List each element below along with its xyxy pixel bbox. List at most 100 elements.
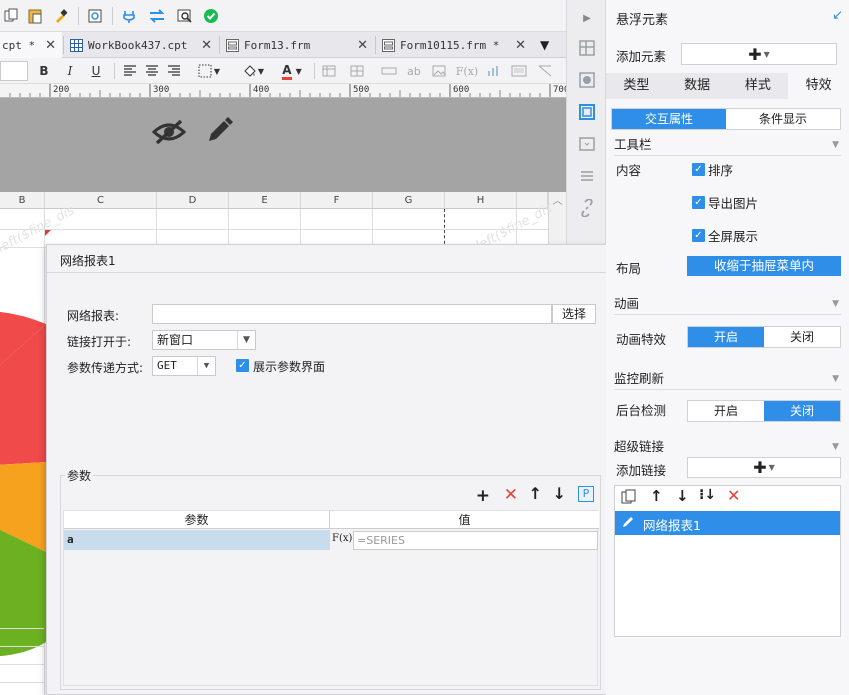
column-header[interactable]: E xyxy=(229,192,301,209)
report-label: 网络报表: xyxy=(67,309,120,323)
text-sample-icon[interactable]: ab xyxy=(404,62,424,80)
font-size-select[interactable] xyxy=(0,61,28,81)
select-button[interactable]: 选择 xyxy=(552,304,596,324)
slash-icon[interactable] xyxy=(536,62,554,80)
check-icon[interactable] xyxy=(202,7,220,25)
bold-button[interactable]: B xyxy=(36,62,52,80)
monitor-off-button[interactable]: 关闭 xyxy=(764,401,840,421)
column-header[interactable]: D xyxy=(157,192,229,209)
delete-param-icon[interactable]: ✕ xyxy=(504,485,518,505)
sort-checkbox[interactable]: ✓ xyxy=(692,163,705,176)
tab-type[interactable]: 类型 xyxy=(606,73,667,99)
chart-widget-icon[interactable] xyxy=(577,70,597,90)
sort-icon[interactable]: ⁝↓ xyxy=(699,487,716,503)
copy-icon[interactable] xyxy=(2,7,20,25)
link-icon[interactable] xyxy=(577,198,597,218)
subtab-conditional[interactable]: 条件显示 xyxy=(726,109,840,129)
method-select[interactable]: GET ▼ xyxy=(152,356,216,376)
pin-icon[interactable]: ↙ xyxy=(832,8,843,23)
delete-link-icon[interactable]: ✕ xyxy=(727,486,740,505)
align-left-icon[interactable] xyxy=(122,62,138,80)
align-center-icon[interactable] xyxy=(144,62,160,80)
section-title: 动画 xyxy=(614,296,640,311)
chart-icon[interactable] xyxy=(484,62,502,80)
hide-icon[interactable] xyxy=(151,118,187,149)
collapse-arrow-icon[interactable]: ▶ xyxy=(577,8,597,28)
param-value-input[interactable]: =SERIES xyxy=(353,531,598,550)
report-path-input[interactable] xyxy=(152,304,552,324)
preview-icon[interactable] xyxy=(86,7,104,25)
formula-icon[interactable]: F(x) xyxy=(332,530,352,550)
animation-section-header[interactable]: 动画 ▼ xyxy=(614,294,841,314)
edit-icon[interactable] xyxy=(204,116,234,149)
layout-icon[interactable] xyxy=(577,38,597,58)
italic-button[interactable]: I xyxy=(62,62,78,80)
swap-icon[interactable] xyxy=(148,7,166,25)
toolbar-section-header[interactable]: 工具栏 ▼ xyxy=(614,135,841,155)
copy-link-icon[interactable] xyxy=(621,489,637,508)
close-icon[interactable]: ✕ xyxy=(357,38,368,53)
param-pick-icon[interactable]: P xyxy=(578,486,594,502)
column-header[interactable]: B xyxy=(0,192,45,209)
tab-effects[interactable]: 特效 xyxy=(788,73,849,99)
tab-form13[interactable]: Form13.frm ✕ xyxy=(220,32,374,58)
animation-on-button[interactable]: 开启 xyxy=(688,327,764,347)
move-up-icon[interactable]: ↑ xyxy=(650,487,663,505)
monitor-section-header[interactable]: 监控刷新 ▼ xyxy=(614,369,841,389)
plug-icon[interactable] xyxy=(120,7,138,25)
image-icon[interactable] xyxy=(430,62,448,80)
column-header[interactable]: G xyxy=(373,192,445,209)
add-param-icon[interactable]: + xyxy=(476,486,490,506)
frame-widget-icon[interactable] xyxy=(577,102,597,122)
subtab-interaction[interactable]: 交互属性 xyxy=(612,109,726,129)
animation-off-button[interactable]: 关闭 xyxy=(764,327,840,347)
tab-data[interactable]: 数据 xyxy=(667,73,728,99)
layout-drawer-button[interactable]: 收缩于抽屉菜单内 xyxy=(687,256,841,276)
list-widget-icon[interactable] xyxy=(577,166,597,186)
move-down-icon[interactable]: ↓ xyxy=(676,487,689,505)
table-icon[interactable] xyxy=(320,62,338,80)
scroll-up-icon[interactable]: ︿ xyxy=(548,192,566,244)
align-right-icon[interactable] xyxy=(166,62,182,80)
column-header[interactable]: F xyxy=(301,192,373,209)
add-link-button[interactable]: ✚ ▼ xyxy=(687,457,841,478)
picture-frame-icon[interactable] xyxy=(510,62,528,80)
monitor-on-button[interactable]: 开启 xyxy=(688,401,764,421)
grid-icon[interactable] xyxy=(348,62,366,80)
inspect-icon[interactable] xyxy=(176,7,194,25)
merge-icon[interactable] xyxy=(380,62,398,80)
param-name-cell[interactable]: a xyxy=(64,530,330,550)
chevron-down-icon: ▼ xyxy=(768,463,775,472)
underline-button[interactable]: U xyxy=(88,62,104,80)
export-image-checkbox[interactable]: ✓ xyxy=(692,196,705,209)
close-icon[interactable]: ✕ xyxy=(45,38,56,53)
fill-color-icon[interactable]: ▼ xyxy=(238,62,268,80)
show-params-label: 展示参数界面 xyxy=(253,360,326,374)
tab-list-icon[interactable]: ▼ xyxy=(540,38,549,52)
tab-cpt[interactable]: cpt * ✕ xyxy=(0,32,62,58)
paste-icon[interactable] xyxy=(26,7,44,25)
formula-icon[interactable]: F(x) xyxy=(456,62,478,80)
widget-design-area[interactable] xyxy=(0,98,566,192)
pie-chart[interactable] xyxy=(0,252,48,672)
link-item-selected[interactable]: 网络报表1 xyxy=(615,511,840,535)
hyperlink-section-header[interactable]: 超级链接 ▼ xyxy=(614,437,841,457)
border-icon[interactable]: ▼ xyxy=(196,62,222,80)
show-params-checkbox[interactable]: ✓ xyxy=(236,359,249,372)
tab-workbook437[interactable]: WorkBook437.cpt ✕ xyxy=(64,32,218,58)
move-down-icon[interactable]: ↓ xyxy=(553,484,566,503)
close-icon[interactable]: ✕ xyxy=(515,38,526,53)
fullscreen-checkbox[interactable]: ✓ xyxy=(692,229,705,242)
tab-form10115[interactable]: Form10115.frm * ✕ xyxy=(376,32,532,58)
tab-style[interactable]: 样式 xyxy=(728,73,789,99)
plus-icon: ✚ xyxy=(748,44,762,64)
popup-widget-icon[interactable] xyxy=(577,134,597,154)
font-color-button[interactable]: A ▼ xyxy=(276,62,308,80)
close-icon[interactable]: ✕ xyxy=(201,38,212,53)
ruler: 200 300 400 500 600 700 xyxy=(0,84,566,98)
move-up-icon[interactable]: ↑ xyxy=(529,484,542,503)
open-in-select[interactable]: 新窗口 ▼ xyxy=(152,330,256,350)
format-painter-icon[interactable] xyxy=(52,7,70,25)
column-header[interactable]: H xyxy=(445,192,517,209)
add-element-button[interactable]: ✚ ▼ xyxy=(681,43,837,65)
